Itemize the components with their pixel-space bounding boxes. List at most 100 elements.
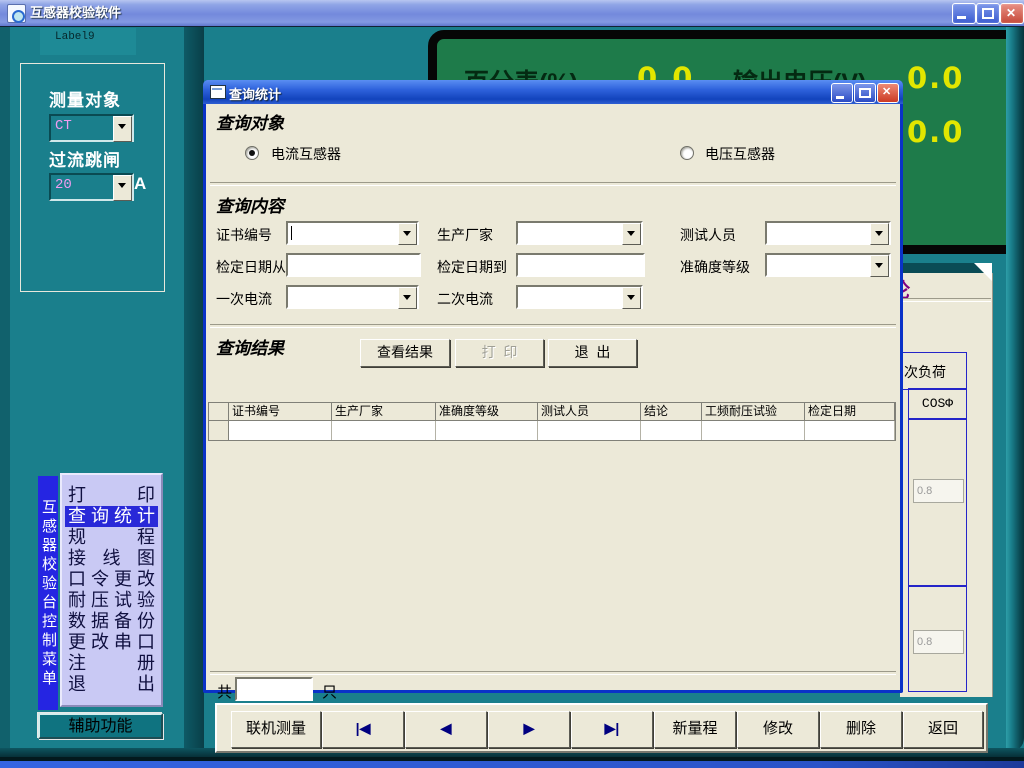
date-to-input[interactable]	[516, 253, 645, 277]
menu-item-change-password[interactable]: 口令更改	[65, 569, 158, 590]
minimize-button[interactable]	[952, 3, 976, 24]
current-transformer-radio[interactable]	[245, 146, 259, 160]
control-menu-vertical-title: 互感器校验台控制菜单	[38, 476, 58, 710]
exit-button[interactable]: 退 出	[548, 339, 637, 367]
total-unit-label: 只	[322, 681, 337, 702]
burden-cell: 次负荷	[895, 352, 967, 390]
aux-functions-button[interactable]: 辅助功能	[38, 713, 163, 739]
accuracy-combo[interactable]	[765, 253, 891, 277]
tester-combo[interactable]	[765, 221, 891, 245]
view-results-button[interactable]: 查看结果	[360, 339, 450, 367]
secondary-current-combo[interactable]	[516, 285, 643, 309]
table-cell[interactable]	[332, 421, 436, 440]
menu-item-register[interactable]: 注册	[65, 653, 158, 674]
secondary-current-label: 二次电流	[437, 289, 493, 309]
return-button[interactable]: 返回	[903, 711, 983, 748]
chevron-down-icon[interactable]	[398, 287, 417, 309]
results-table: 证书编号 生产厂家 准确度等级 测试人员 结论 工频耐压试验 检定日期	[208, 402, 896, 441]
query-object-section-title: 查询对象	[216, 109, 284, 134]
cos-value-input-2[interactable]: 0.8	[913, 630, 964, 654]
menu-item-change-serial[interactable]: 更改串口	[65, 632, 158, 653]
col-header-cert: 证书编号	[229, 403, 332, 421]
label9-text: Label9	[55, 31, 95, 43]
print-button: 打 印	[455, 339, 544, 367]
overcurrent-trip-label: 过流跳闸	[49, 146, 121, 171]
dialog-minimize-button[interactable]	[831, 83, 853, 103]
row-selector-cell[interactable]	[209, 421, 229, 440]
query-result-section-title: 查询结果	[216, 334, 284, 359]
restore-button[interactable]	[976, 3, 1000, 24]
main-titlebar: 互感器校验软件	[0, 0, 1024, 27]
menu-item-data-backup[interactable]: 数据备份	[65, 611, 158, 632]
total-count-input[interactable]	[235, 677, 313, 701]
voltage-transformer-radio[interactable]	[680, 146, 694, 160]
primary-current-combo[interactable]	[286, 285, 419, 309]
table-cell[interactable]	[229, 421, 332, 440]
cos-value-input-1[interactable]: 0.8	[913, 479, 964, 503]
menu-item-print[interactable]: 打印	[65, 485, 158, 506]
table-cell[interactable]	[641, 421, 702, 440]
current-transformer-label[interactable]: 电流互感器	[271, 144, 341, 164]
menu-item-wiring-diagram[interactable]: 接线图	[65, 548, 158, 569]
date-to-label: 检定日期到	[437, 257, 507, 277]
chevron-down-icon[interactable]	[870, 223, 889, 245]
date-from-input[interactable]	[286, 253, 421, 277]
lcd-voltage-value-2: 0.0	[907, 115, 964, 149]
next-record-button[interactable]: ▶	[488, 711, 570, 748]
chevron-down-icon[interactable]	[113, 175, 132, 201]
menu-item-withstand-test[interactable]: 耐压试验	[65, 590, 158, 611]
menu-item-regulation[interactable]: 规程	[65, 527, 158, 548]
modify-button[interactable]: 修改	[737, 711, 819, 748]
dialog-title: 查询统计	[229, 84, 281, 103]
overcurrent-trip-value: 20	[55, 177, 72, 193]
col-header-accuracy: 准确度等级	[436, 403, 538, 421]
chevron-down-icon[interactable]	[398, 223, 417, 245]
measure-object-combo[interactable]: CT	[49, 114, 134, 142]
date-from-label: 检定日期从	[216, 257, 286, 277]
first-record-button[interactable]: |◀	[322, 711, 404, 748]
delete-button[interactable]: 删除	[820, 711, 902, 748]
separator	[210, 324, 896, 328]
table-cell[interactable]	[702, 421, 805, 440]
burden-label: 次负荷	[904, 362, 946, 382]
app-icon	[7, 4, 26, 23]
close-button[interactable]	[1000, 3, 1024, 24]
accuracy-label: 准确度等级	[680, 257, 750, 277]
voltage-transformer-label[interactable]: 电压互感器	[705, 144, 775, 164]
last-record-button[interactable]: ▶|	[571, 711, 653, 748]
overcurrent-trip-combo[interactable]: 20	[49, 173, 134, 201]
table-cell[interactable]	[538, 421, 641, 440]
chevron-down-icon[interactable]	[113, 116, 132, 142]
previous-record-button[interactable]: ◀	[405, 711, 487, 748]
table-cell[interactable]	[436, 421, 538, 440]
menu-item-query-stats[interactable]: 查询统计	[65, 506, 158, 527]
manufacturer-combo[interactable]	[516, 221, 643, 245]
separator	[210, 671, 896, 675]
new-range-button[interactable]: 新量程	[654, 711, 736, 748]
table-cell[interactable]	[805, 421, 895, 440]
dialog-titlebar[interactable]: 查询统计	[203, 80, 903, 104]
menu-item-exit[interactable]: 退出	[65, 674, 158, 695]
row-selector-header	[209, 403, 229, 421]
right-panel-separator	[903, 298, 991, 302]
lcd-voltage-value-1: 0.0	[907, 61, 964, 95]
chevron-down-icon[interactable]	[622, 223, 641, 245]
dialog-maximize-button[interactable]	[854, 83, 876, 103]
cert-number-combo[interactable]	[286, 221, 419, 245]
cos-cell-2: 0.8	[908, 585, 967, 692]
chevron-down-icon[interactable]	[622, 287, 641, 309]
col-header-conclusion: 结论	[641, 403, 702, 421]
manufacturer-label: 生产厂家	[437, 225, 493, 245]
col-header-date: 检定日期	[805, 403, 895, 421]
online-measure-button[interactable]: 联机测量	[231, 711, 321, 748]
primary-current-label: 一次电流	[216, 289, 272, 309]
measure-object-label: 测量对象	[49, 86, 121, 111]
measurement-panel: 测量对象 CT 过流跳闸 20 A	[20, 63, 165, 292]
bg-left-edge	[0, 26, 10, 752]
control-menu: 打印 查询统计 规程 接线图 口令更改 耐压试验 数据备份 更改串口 注册 退出	[60, 473, 163, 707]
cert-number-label: 证书编号	[216, 225, 272, 245]
window-title: 互感器校验软件	[30, 0, 121, 26]
chevron-down-icon[interactable]	[870, 255, 889, 277]
dialog-close-button[interactable]	[877, 83, 899, 103]
bg-right-edge	[1006, 26, 1024, 752]
